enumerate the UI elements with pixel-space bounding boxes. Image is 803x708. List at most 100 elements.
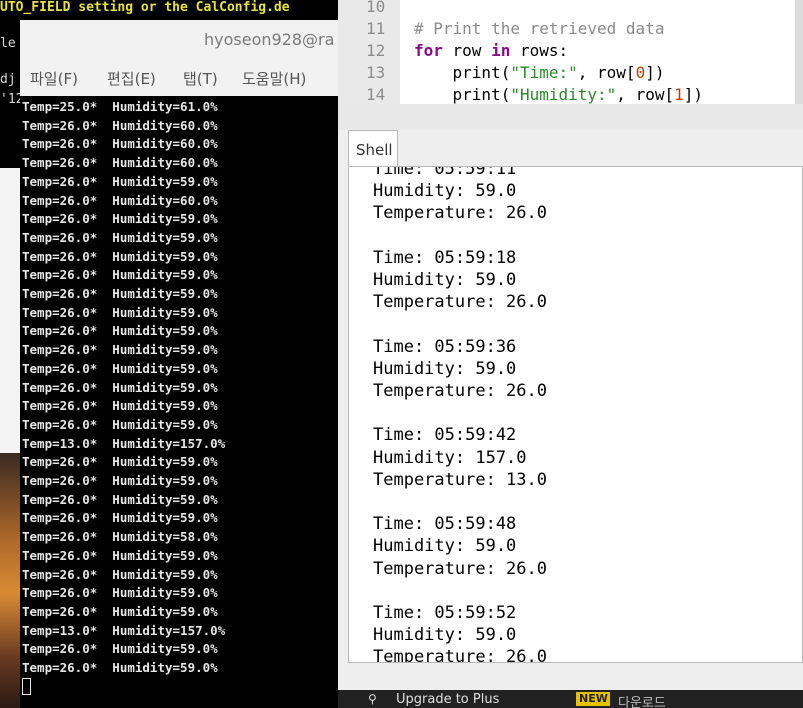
terminal-line: Temp=26.0* Humidity=60.0% [22,192,218,208]
code-text: ]) [645,63,665,82]
terminal-line: Temp=26.0* Humidity=59.0% [22,510,218,526]
ide-window: 10 11 12 13 14 # Print the retrieved dat… [338,0,803,708]
taskbar: ⚲ Upgrade to Plus NEW 다운로드 [338,690,803,708]
code-line[interactable]: for row in rows: [414,40,568,62]
terminal-line: Temp=26.0* Humidity=59.0% [22,416,218,432]
menu-edit[interactable]: 편집(E) [107,68,156,89]
shell-output[interactable]: Time: 05:59:11 Humidity: 59.0 Temperature:… [348,166,803,663]
pin-icon: ⚲ [368,692,377,706]
shell-line: Time: 05:59:11 [373,166,517,179]
terminal-window[interactable]: hyoseon928@ra 파일(F) 편집(E) 탭(T) 도움말(H) Te… [20,20,342,708]
terminal-line: Temp=26.0* Humidity=59.0% [22,286,218,301]
code-text: print( [414,85,511,104]
shell-line: Temperature: 26.0 [373,558,547,579]
terminal-line: Temp=26.0* Humidity=59.0% [22,173,218,189]
terminal-line: Temp=26.0* Humidity=58.0% [22,529,218,545]
line-number: 11 [366,19,386,38]
code-number: 0 [635,63,646,82]
new-badge-label: NEW [579,692,608,705]
terminal-line: Temp=26.0* Humidity=59.0% [22,229,218,245]
terminal-title-bar[interactable]: hyoseon928@ra [20,20,342,61]
new-badge: NEW [576,692,610,706]
background-terminal-fragment: le [0,36,16,51]
shell-line: Time: 05:59:36 [373,336,517,357]
line-number: 10 [366,0,386,16]
shell-line: Temperature: 13.0 [373,469,547,490]
code-text: , row[ [577,63,636,82]
terminal-cursor [22,678,31,695]
taskbar-item[interactable]: 다운로드 [618,692,666,708]
terminal-line: Temp=26.0* Humidity=59.0% [22,566,218,582]
code-keyword: for [414,41,443,60]
line-number: 12 [366,41,386,60]
code-comment: # Print the retrieved data [414,19,665,38]
terminal-line: Temp=25.0* Humidity=61.0% [22,99,218,114]
background-terminal-fragment: dj [0,72,16,87]
line-number: 14 [366,85,386,104]
editor-scrollbar[interactable] [795,0,803,104]
code-text: rows: [510,41,569,60]
shell-line: Humidity: 59.0 [373,270,517,290]
code-string: "Humidity:" [510,85,617,104]
menu-file[interactable]: 파일(F) [30,68,78,89]
terminal-line: Temp=26.0* Humidity=59.0% [22,248,218,264]
background-terminal-top-line: UTO_FIELD setting or the CalConfig.de [0,0,290,15]
shell-line: Temperature: 26.0 [373,381,547,401]
menu-help[interactable]: 도움말(H) [242,68,306,89]
tab-shell[interactable]: Shell [348,130,398,166]
code-line[interactable]: print("Humidity:", row[1]) [414,84,703,104]
code-text: , row[ [616,85,675,104]
terminal-line: Temp=26.0* Humidity=59.0% [22,585,218,601]
menu-tabs[interactable]: 탭(T) [183,68,218,89]
terminal-line: Temp=26.0* Humidity=59.0% [22,473,218,488]
terminal-line: Temp=26.0* Humidity=59.0% [22,379,218,395]
terminal-menubar: 파일(F) 편집(E) 탭(T) 도움말(H) [20,60,342,97]
shell-line: Temperature: 26.0 [373,647,547,663]
terminal-line: Temp=26.0* Humidity=59.0% [22,660,218,675]
terminal-line: Temp=26.0* Humidity=59.0% [22,360,218,376]
terminal-line: Temp=26.0* Humidity=60.0% [22,136,218,152]
terminal-line: Temp=26.0* Humidity=59.0% [22,491,218,507]
shell-line: Humidity: 59.0 [373,625,517,646]
terminal-output[interactable]: Temp=25.0* Humidity=61.0% Temp=26.0* Humi… [20,96,342,708]
terminal-line: Temp=26.0* Humidity=59.0% [22,603,218,619]
terminal-line: Temp=13.0* Humidity=157.0% [22,435,226,451]
shell-line: Humidity: 157.0 [373,447,527,468]
tab-shell-label: Shell [356,141,393,159]
terminal-line: Temp=26.0* Humidity=59.0% [22,454,218,470]
terminal-title: hyoseon928@ra [204,30,335,49]
line-number: 13 [366,63,386,82]
shell-line: Time: 05:59:52 [373,603,517,623]
shell-line: Temperature: 26.0 [373,203,547,224]
code-keyword: in [491,41,511,60]
code-text: print( [414,63,511,82]
terminal-line: Temp=26.0* Humidity=60.0% [22,117,218,133]
terminal-line: Temp=26.0* Humidity=60.0% [22,155,218,171]
shell-line: Temperature: 26.0 [373,292,547,313]
panel-divider[interactable] [338,104,803,130]
shell-line: Humidity: 59.0 [373,536,517,557]
terminal-line: Temp=13.0* Humidity=157.0% [22,622,226,638]
terminal-line: Temp=26.0* Humidity=59.0% [22,547,218,563]
code-string: "Time:" [510,63,578,82]
terminal-line: Temp=26.0* Humidity=59.0% [22,342,218,358]
code-text: row [442,41,492,60]
desktop-background [0,168,22,708]
shell-line: Time: 05:59:18 [373,247,517,268]
shell-line: Time: 05:59:48 [373,514,517,535]
code-number: 1 [674,85,684,104]
terminal-line: Temp=26.0* Humidity=59.0% [22,267,218,283]
code-line[interactable]: print("Time:", row[0]) [414,62,665,84]
upgrade-link[interactable]: Upgrade to Plus [396,692,499,707]
terminal-line: Temp=26.0* Humidity=59.0% [22,398,218,414]
shell-line: Time: 05:59:42 [373,425,517,446]
terminal-line: Temp=26.0* Humidity=59.0% [22,641,218,657]
terminal-line: Temp=26.0* Humidity=59.0% [22,323,218,339]
line-number-gutter: 10 11 12 13 14 [338,0,400,104]
code-text: ]) [683,85,703,104]
code-editor[interactable]: 10 11 12 13 14 # Print the retrieved dat… [338,0,803,105]
terminal-line: Temp=26.0* Humidity=59.0% [22,211,218,227]
code-line[interactable]: # Print the retrieved data [414,18,664,40]
shell-line: Humidity: 59.0 [373,181,517,202]
terminal-line: Temp=26.0* Humidity=59.0% [22,304,218,320]
